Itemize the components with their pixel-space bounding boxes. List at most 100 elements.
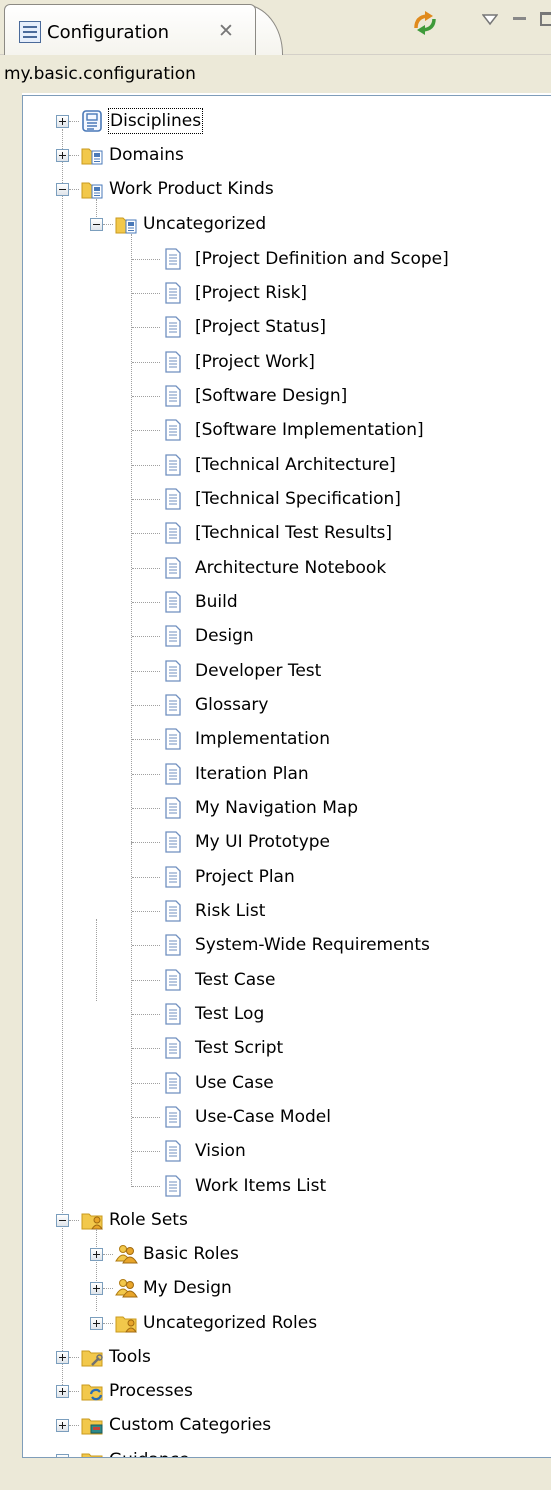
tree-item-label: Test Script (195, 1038, 284, 1058)
tree-item-work-product[interactable]: Test Log (23, 998, 551, 1031)
maximize-icon[interactable] (540, 12, 551, 26)
tree-item-label: [Software Design] (195, 386, 348, 406)
tree-item-work-product[interactable]: Build (23, 586, 551, 619)
document-icon (165, 969, 181, 991)
tree-item-work-product[interactable]: System-Wide Requirements (23, 929, 551, 962)
tree-item-label: [Software Implementation] (195, 420, 424, 440)
tree-item-work-product[interactable]: Vision (23, 1135, 551, 1168)
expand-toggle[interactable] (90, 1317, 103, 1330)
tree-item-work-product[interactable]: [Software Implementation] (23, 414, 551, 447)
tree-item-label: Work Items List (195, 1176, 327, 1196)
tree-item-role-sets[interactable]: Role Sets (23, 1204, 551, 1237)
tree-item-label: System-Wide Requirements (195, 935, 430, 955)
tree-item-label: [Project Status] (195, 317, 327, 337)
collapse-toggle[interactable] (90, 218, 103, 231)
document-icon (165, 660, 181, 682)
tree-item-work-product[interactable]: Work Items List (23, 1170, 551, 1203)
tree-item-label: Design (195, 626, 254, 646)
document-icon (165, 900, 181, 922)
expand-toggle[interactable] (56, 115, 69, 128)
tree-item-processes[interactable]: Processes (23, 1375, 551, 1408)
document-icon (165, 866, 181, 888)
tree-item-work-product[interactable]: Design (23, 620, 551, 653)
configuration-tab[interactable]: Configuration ✕ (4, 4, 256, 55)
panel-left-margin (0, 93, 22, 1490)
tree-item-label: [Project Risk] (195, 283, 308, 303)
expand-toggle[interactable] (56, 1351, 69, 1364)
document-icon (165, 831, 181, 853)
tree-item-work-product[interactable]: Iteration Plan (23, 758, 551, 791)
tree-item-work-product[interactable]: Use Case (23, 1067, 551, 1100)
tree-item-work-product[interactable]: [Technical Architecture] (23, 449, 551, 482)
tree-item-work-product[interactable]: Test Case (23, 964, 551, 997)
close-tab-icon[interactable]: ✕ (218, 19, 234, 43)
tree-item-work-product[interactable]: [Project Status] (23, 311, 551, 344)
configuration-tree[interactable]: Disciplines Domains Work Product Kinds U… (22, 95, 551, 1458)
tree-item-label: [Technical Test Results] (195, 523, 392, 543)
tree-item-custom-categories[interactable]: Custom Categories (23, 1409, 551, 1442)
document-icon (165, 488, 181, 510)
tree-item-work-product[interactable]: [Project Definition and Scope] (23, 243, 551, 276)
document-icon (165, 248, 181, 270)
tree-line-uncategorized-tail (131, 841, 132, 1187)
expand-toggle[interactable] (90, 1248, 103, 1261)
view-menu-icon[interactable] (482, 14, 498, 26)
tree-item-domains[interactable]: Domains (23, 139, 551, 172)
tree-item-work-product[interactable]: My UI Prototype (23, 826, 551, 859)
expand-toggle[interactable] (56, 1385, 69, 1398)
tree-item-my-design[interactable]: My Design (23, 1272, 551, 1305)
tree-item-basic-roles[interactable]: Basic Roles (23, 1238, 551, 1271)
expand-toggle[interactable] (56, 1454, 69, 1457)
tree-item-tools[interactable]: Tools (23, 1341, 551, 1374)
tree-item-label: Domains (109, 145, 184, 165)
tree-item-work-product[interactable]: Developer Test (23, 655, 551, 688)
collapse-toggle[interactable] (56, 1214, 69, 1227)
tree-item-label: Work Product Kinds (109, 179, 274, 199)
sync-icon[interactable] (410, 8, 440, 38)
expand-toggle[interactable] (56, 1419, 69, 1432)
tree-item-work-product[interactable]: [Project Work] (23, 346, 551, 379)
view-tab-bar: Configuration ✕ (0, 0, 551, 55)
tree-item-work-product[interactable]: [Project Risk] (23, 277, 551, 310)
tree-item-uncategorized-roles[interactable]: Uncategorized Roles (23, 1307, 551, 1340)
expand-toggle[interactable] (90, 1282, 103, 1295)
tree-item-disciplines[interactable]: Disciplines (23, 105, 551, 138)
tree-item-guidance[interactable]: Guidance (23, 1444, 551, 1457)
tree-item-work-product[interactable]: Risk List (23, 895, 551, 928)
tab-title: Configuration (47, 22, 170, 43)
tree-item-work-product[interactable]: [Software Design] (23, 380, 551, 413)
document-icon (165, 454, 181, 476)
tree-item-work-product[interactable]: My Navigation Map (23, 792, 551, 825)
minimize-icon[interactable] (513, 17, 526, 20)
tree-item-uncategorized[interactable]: Uncategorized (23, 208, 551, 241)
role-sets-folder-icon (81, 1213, 103, 1230)
tree-item-work-product[interactable]: Implementation (23, 723, 551, 756)
tree-item-label: Build (195, 592, 238, 612)
tree-item-work-product[interactable]: Use-Case Model (23, 1101, 551, 1134)
expand-toggle[interactable] (56, 149, 69, 162)
tree-item-label: [Project Work] (195, 352, 315, 372)
document-icon (165, 419, 181, 441)
tree-item-label: [Project Definition and Scope] (195, 249, 449, 269)
tree-item-label: [Technical Specification] (195, 489, 401, 509)
document-icon (165, 934, 181, 956)
document-icon (165, 1072, 181, 1094)
tree-item-work-product[interactable]: Glossary (23, 689, 551, 722)
configuration-bar: my.basic.configuration (0, 55, 551, 93)
tree-item-label: Vision (195, 1141, 246, 1161)
tree-item-label: Risk List (195, 901, 266, 921)
tree-item-work-product[interactable]: [Technical Specification] (23, 483, 551, 516)
document-icon (165, 522, 181, 544)
collapse-toggle[interactable] (56, 183, 69, 196)
tree-item-work-product[interactable]: [Technical Test Results] (23, 517, 551, 550)
document-icon (165, 694, 181, 716)
tree-item-label: Architecture Notebook (195, 558, 387, 578)
tree-item-work-product[interactable]: Architecture Notebook (23, 552, 551, 585)
tree-item-work-product-kinds[interactable]: Work Product Kinds (23, 173, 551, 206)
tree-item-work-product[interactable]: Project Plan (23, 861, 551, 894)
tree-item-label: Implementation (195, 729, 330, 749)
tree-item-label: Use-Case Model (195, 1107, 331, 1127)
document-icon (165, 728, 181, 750)
configuration-name: my.basic.configuration (4, 64, 196, 84)
tree-item-work-product[interactable]: Test Script (23, 1032, 551, 1065)
